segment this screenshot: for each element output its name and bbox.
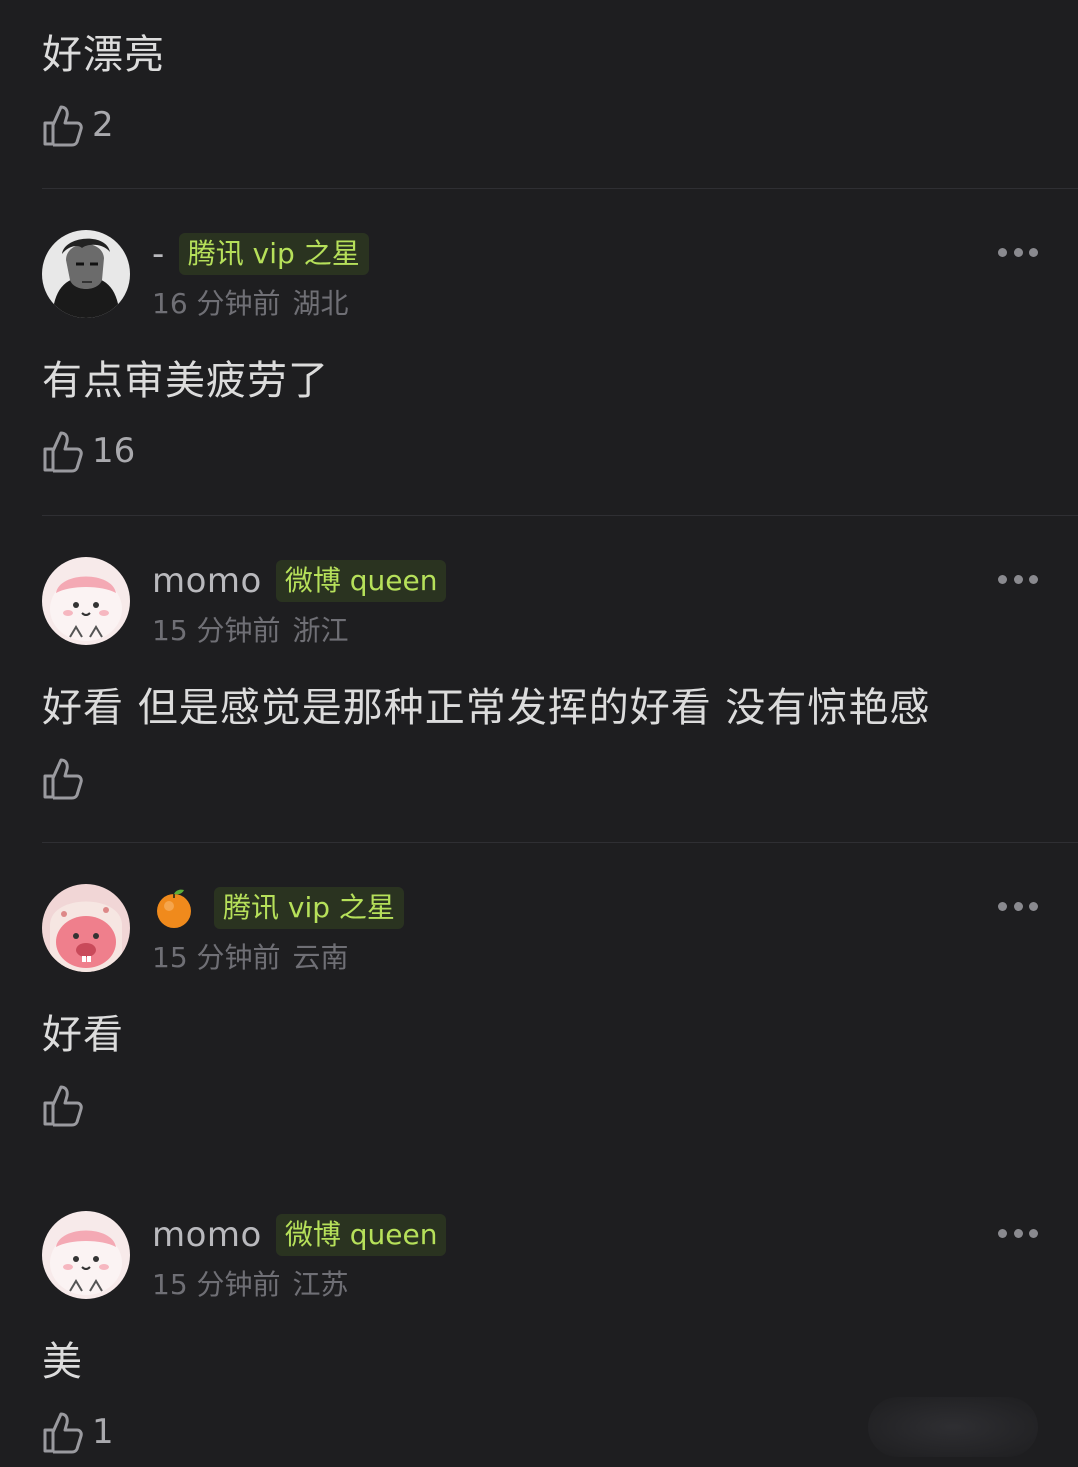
more-options-icon[interactable] [998,573,1038,585]
user-info: momo 微博 queen [152,559,447,603]
more-options-icon[interactable] [998,900,1038,912]
watermark [868,1397,1038,1457]
user-info: momo 微博 queen [152,1213,447,1257]
username[interactable]: momo [152,561,262,601]
comment-meta: 15 分钟前 云南 [152,936,349,976]
like-button[interactable] [42,1082,92,1128]
thumbs-up-icon [42,429,84,473]
like-count: 16 [92,431,136,471]
avatar[interactable] [42,230,130,318]
comment-text: 好看 [42,1012,124,1058]
location: 浙江 [292,614,349,647]
thumbs-up-icon [42,1410,84,1454]
orange-icon [152,886,196,930]
timestamp: 15 分钟前 [152,1268,281,1301]
comment-text: 好看 但是感觉是那种正常发挥的好看 没有惊艳感 [42,685,931,731]
location: 云南 [292,941,349,974]
comment-meta: 15 分钟前 江苏 [152,1263,349,1303]
location: 湖北 [292,287,349,320]
timestamp: 16 分钟前 [152,287,281,320]
comment-item: 腾讯 vip 之星 15 分钟前 云南 好看 [0,842,1078,1169]
comment-item: - 腾讯 vip 之星 16 分钟前 湖北 有点审美疲劳了 16 [0,188,1078,515]
timestamp: 15 分钟前 [152,614,281,647]
comment-text: 好漂亮 [42,32,165,78]
user-info: 腾讯 vip 之星 [152,886,404,930]
avatar[interactable] [42,884,130,972]
user-info: - 腾讯 vip 之星 [152,232,369,276]
more-options-icon[interactable] [998,246,1038,258]
comment-item: 好漂亮 2 [0,0,1078,188]
vip-badge: 微博 queen [275,560,447,602]
username[interactable]: - [152,234,165,274]
vip-badge: 腾讯 vip 之星 [214,887,404,929]
like-button[interactable]: 1 [42,1409,114,1455]
avatar[interactable] [42,1211,130,1299]
thumbs-up-icon [42,756,84,800]
thumbs-up-icon [42,103,84,147]
like-button[interactable] [42,755,92,801]
more-options-icon[interactable] [998,1227,1038,1239]
avatar[interactable] [42,557,130,645]
comment-text: 美 [42,1339,83,1385]
comment-item: momo 微博 queen 15 分钟前 浙江 好看 但是感觉是那种正常发挥的好看… [0,515,1078,842]
like-button[interactable]: 2 [42,102,114,148]
username[interactable]: momo [152,1215,262,1255]
vip-badge: 腾讯 vip 之星 [178,233,369,275]
like-count: 2 [92,105,114,145]
like-button[interactable]: 16 [42,428,135,474]
comment-meta: 16 分钟前 湖北 [152,282,349,322]
comment-meta: 15 分钟前 浙江 [152,609,349,649]
comment-text: 有点审美疲劳了 [42,358,329,404]
location: 江苏 [292,1268,349,1301]
vip-badge: 微博 queen [275,1214,447,1256]
timestamp: 15 分钟前 [152,941,281,974]
thumbs-up-icon [42,1083,84,1127]
like-count: 1 [92,1412,114,1452]
